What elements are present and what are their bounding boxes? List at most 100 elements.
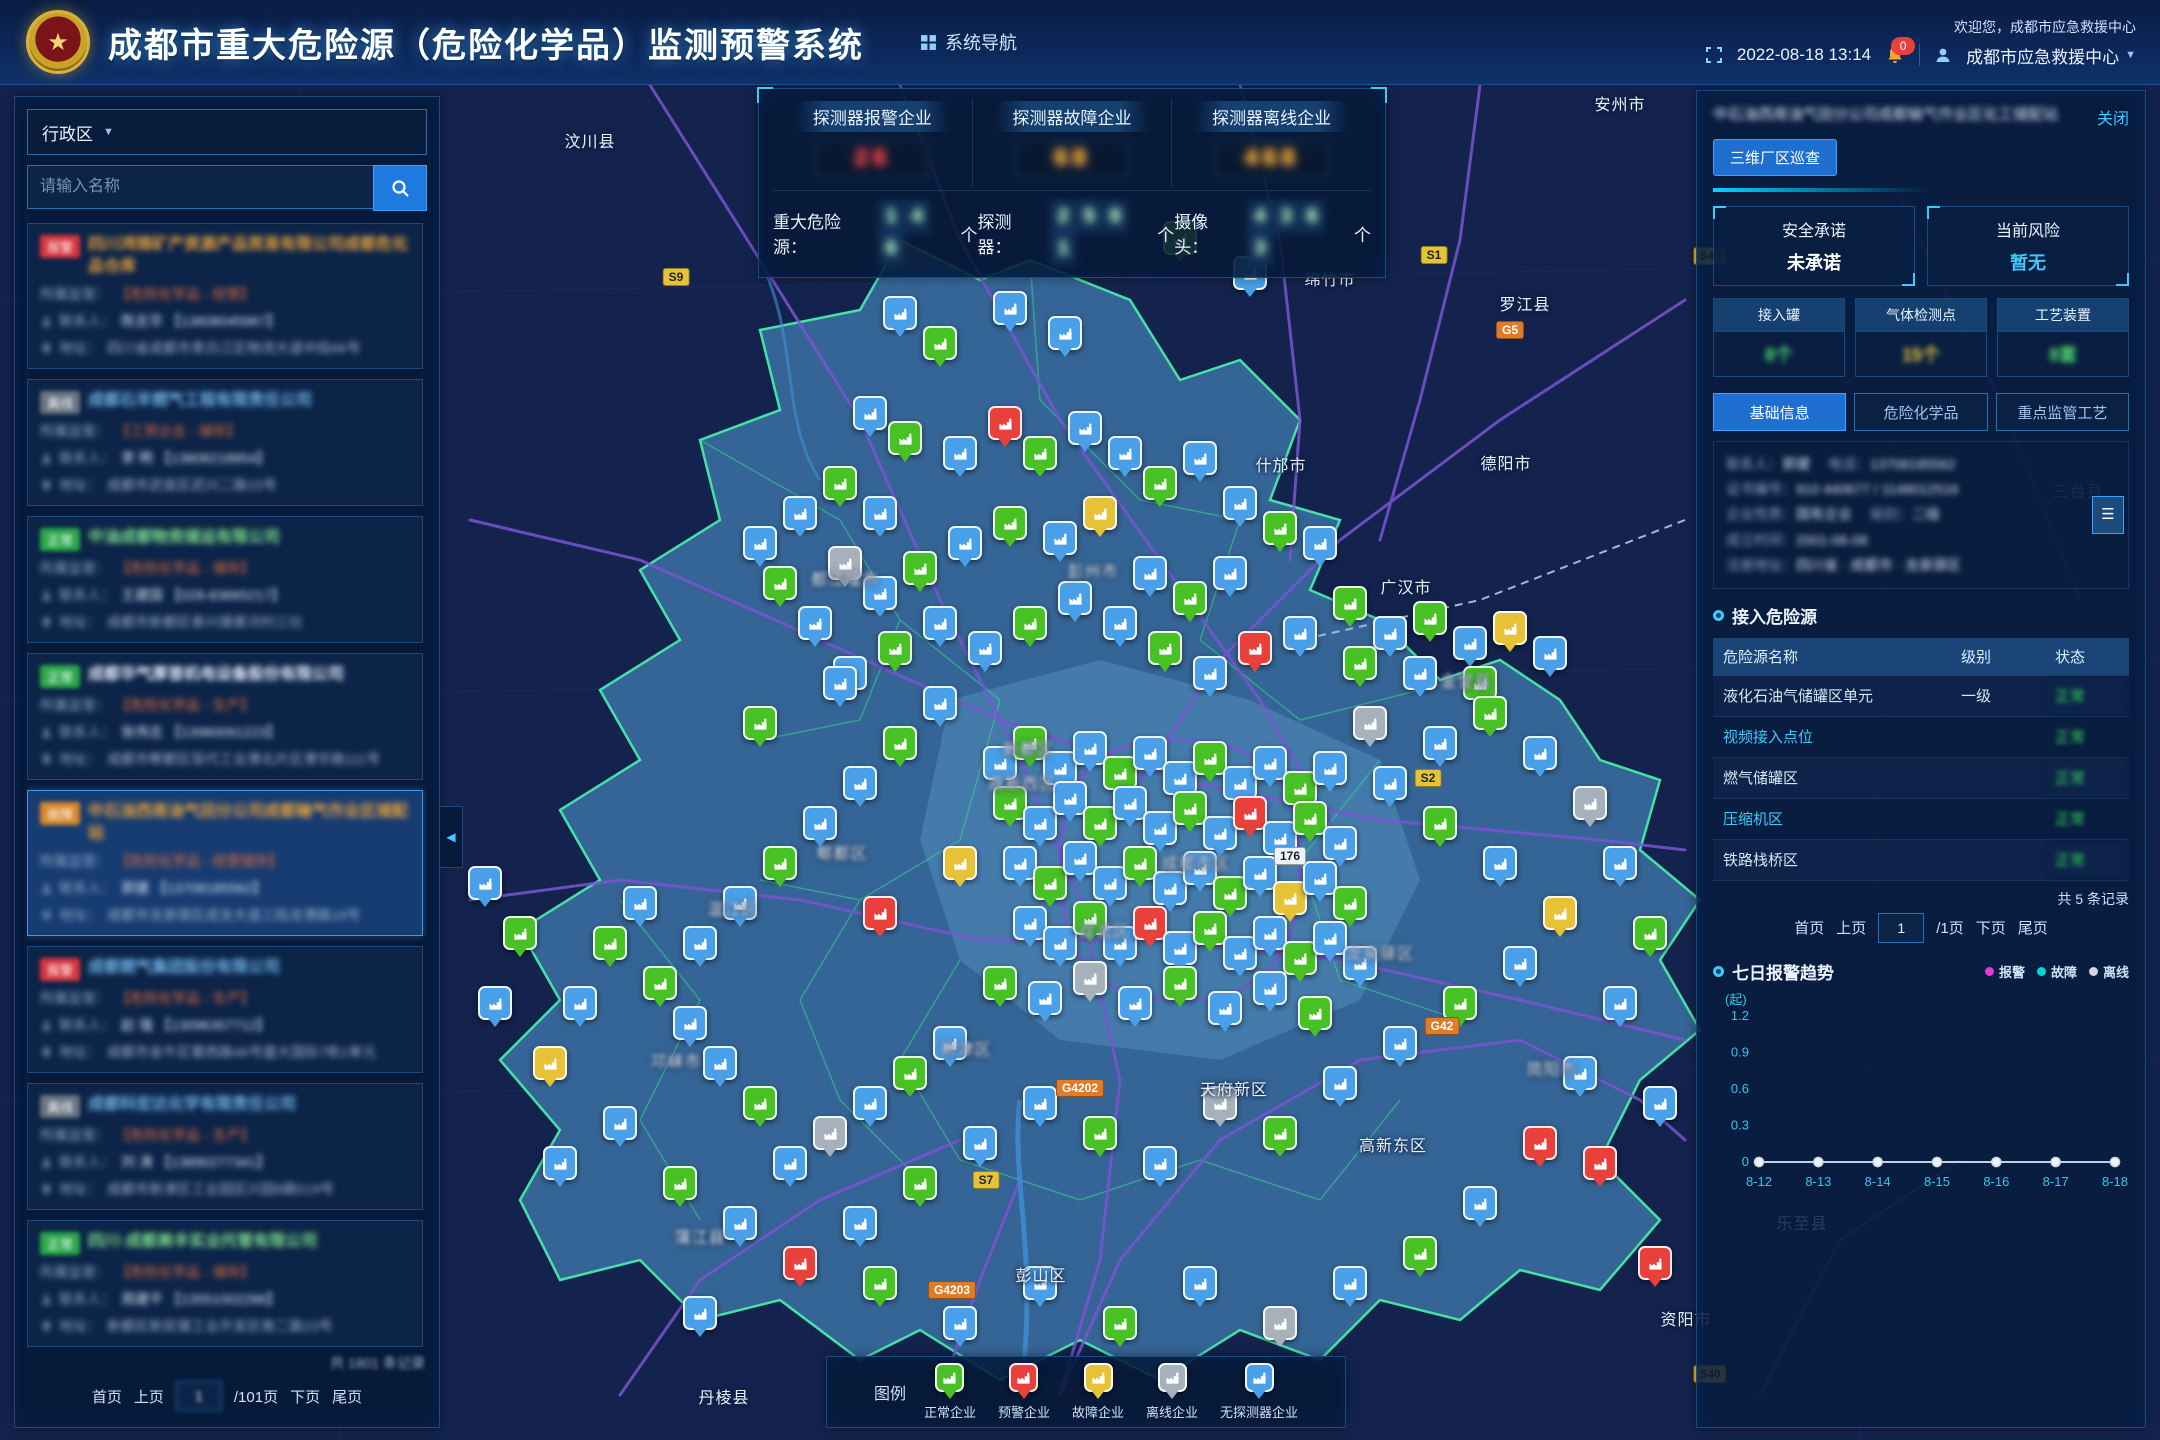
map-marker-b[interactable] xyxy=(1303,861,1337,895)
map-marker-b[interactable] xyxy=(1223,936,1257,970)
map-marker-n[interactable] xyxy=(1083,806,1117,840)
company-card[interactable]: 报警四川鸿锦矿产资源产品贸易有限公司成都危化品仓库所属监管：【危险化学品 - 经… xyxy=(27,223,423,369)
page-last-button[interactable]: 尾页 xyxy=(332,1386,362,1407)
map-marker-b[interactable] xyxy=(1403,656,1437,690)
map-marker-b[interactable] xyxy=(1563,1056,1597,1090)
map-marker-n[interactable] xyxy=(1443,986,1477,1020)
map-marker-b[interactable] xyxy=(883,296,917,330)
map-marker-b[interactable] xyxy=(1603,986,1637,1020)
tab-基础信息[interactable]: 基础信息 xyxy=(1713,393,1846,431)
map-marker-b[interactable] xyxy=(1313,751,1347,785)
page-first-button[interactable]: 首页 xyxy=(1794,917,1824,938)
map-marker-n[interactable] xyxy=(1103,756,1137,790)
map-marker-n[interactable] xyxy=(1263,511,1297,545)
map-marker-b[interactable] xyxy=(1003,846,1037,880)
map-marker-w[interactable] xyxy=(1523,1126,1557,1160)
map-marker-n[interactable] xyxy=(888,421,922,455)
org-switcher[interactable]: 成都市应急救援中心 ▼ xyxy=(1966,43,2136,68)
map-marker-b[interactable] xyxy=(1043,751,1077,785)
map-marker-b[interactable] xyxy=(948,526,982,560)
table-row[interactable]: 液化石油气储罐区单元一级正常 xyxy=(1713,676,2129,717)
map-marker-b[interactable] xyxy=(1503,946,1537,980)
map-marker-b[interactable] xyxy=(1108,436,1142,470)
page-next-button[interactable]: 下页 xyxy=(1976,917,2006,938)
map-marker-b[interactable] xyxy=(1343,946,1377,980)
map-marker-n[interactable] xyxy=(1033,866,1067,900)
map-marker-n[interactable] xyxy=(1193,911,1227,945)
map-marker-w[interactable] xyxy=(1133,906,1167,940)
map-marker-b[interactable] xyxy=(1223,486,1257,520)
company-card[interactable]: 正常中油成都物资储运有限公司所属监管：【危险化学品 - 储存】联系人：王建国 【… xyxy=(27,516,423,643)
map-marker-w[interactable] xyxy=(988,406,1022,440)
table-row[interactable]: 燃气储罐区正常 xyxy=(1713,757,2129,798)
company-card[interactable]: 离线成都石羊燃气工程有限责任公司所属监管：【工贸企业 - 储存】联系人：李 明 … xyxy=(27,379,423,506)
map-marker-b[interactable] xyxy=(823,666,857,700)
map-marker-b[interactable] xyxy=(1523,736,1557,770)
map-marker-n[interactable] xyxy=(1413,601,1447,635)
map-marker-b[interactable] xyxy=(843,1206,877,1240)
map-marker-b[interactable] xyxy=(1423,726,1457,760)
map-marker-n[interactable] xyxy=(993,506,1027,540)
close-button[interactable]: 关闭 xyxy=(2097,105,2129,129)
system-nav-button[interactable]: 系统导航 xyxy=(920,29,1017,55)
map-marker-b[interactable] xyxy=(1058,581,1092,615)
map-marker-n[interactable] xyxy=(1333,886,1367,920)
map-marker-w[interactable] xyxy=(783,1246,817,1280)
map-marker-b[interactable] xyxy=(983,746,1017,780)
map-marker-b[interactable] xyxy=(1143,1146,1177,1180)
map-marker-n[interactable] xyxy=(1473,696,1507,730)
map-marker-o[interactable] xyxy=(1203,1086,1237,1120)
district-select[interactable]: 行政区 ▼ xyxy=(27,109,427,155)
map-marker-b[interactable] xyxy=(1103,606,1137,640)
table-row[interactable]: 压缩机区正常 xyxy=(1713,798,2129,839)
map-marker-n[interactable] xyxy=(1148,631,1182,665)
map-marker-b[interactable] xyxy=(1133,736,1167,770)
map-marker-b[interactable] xyxy=(683,926,717,960)
map-marker-n[interactable] xyxy=(1013,606,1047,640)
map-marker-b[interactable] xyxy=(1093,866,1127,900)
map-marker-n[interactable] xyxy=(1213,876,1247,910)
fullscreen-icon[interactable] xyxy=(1705,46,1723,64)
company-card[interactable]: 正常四川·成都美丰实业托管有限公司所属监管：【危险化学品 - 储存】联系人：周建… xyxy=(27,1220,423,1347)
map-marker-b[interactable] xyxy=(563,986,597,1020)
map-marker-n[interactable] xyxy=(923,326,957,360)
3d-patrol-button[interactable]: 三维厂区巡查 xyxy=(1713,139,1837,176)
map-marker-b[interactable] xyxy=(1023,1266,1057,1300)
map-marker-b[interactable] xyxy=(603,1106,637,1140)
map-marker-b[interactable] xyxy=(863,496,897,530)
map-marker-b[interactable] xyxy=(1283,616,1317,650)
map-marker-o[interactable] xyxy=(1073,961,1107,995)
page-first-button[interactable]: 首页 xyxy=(92,1386,122,1407)
page-number-input[interactable] xyxy=(176,1381,222,1411)
map-marker-n[interactable] xyxy=(1283,941,1317,975)
map-marker-b[interactable] xyxy=(1643,1086,1677,1120)
map-marker-b[interactable] xyxy=(923,686,957,720)
map-marker-b[interactable] xyxy=(1208,991,1242,1025)
map-marker-n[interactable] xyxy=(893,1056,927,1090)
map-marker-n[interactable] xyxy=(993,786,1027,820)
map-marker-b[interactable] xyxy=(468,866,502,900)
map-marker-n[interactable] xyxy=(743,1086,777,1120)
map-marker-b[interactable] xyxy=(1113,786,1147,820)
map-marker-n[interactable] xyxy=(1143,466,1177,500)
map-marker-n[interactable] xyxy=(503,916,537,950)
map-marker-o[interactable] xyxy=(1353,706,1387,740)
map-marker-b[interactable] xyxy=(1533,636,1567,670)
map-marker-b[interactable] xyxy=(673,1006,707,1040)
map-marker-n[interactable] xyxy=(1298,996,1332,1030)
info-expand-toggle[interactable]: ☰ xyxy=(2092,496,2124,534)
map-marker-n[interactable] xyxy=(1263,1116,1297,1150)
map-marker-b[interactable] xyxy=(1048,316,1082,350)
map-marker-b[interactable] xyxy=(1383,1026,1417,1060)
map-marker-n[interactable] xyxy=(1173,791,1207,825)
map-marker-b[interactable] xyxy=(1183,851,1217,885)
map-marker-b[interactable] xyxy=(1073,731,1107,765)
company-card-list[interactable]: 报警四川鸿锦矿产资源产品贸易有限公司成都危化品仓库所属监管：【危险化学品 - 经… xyxy=(27,223,427,1347)
map-marker-n[interactable] xyxy=(1193,741,1227,775)
map-marker-b[interactable] xyxy=(853,396,887,430)
map-marker-b[interactable] xyxy=(1028,981,1062,1015)
search-input[interactable] xyxy=(27,165,373,209)
map-marker-b[interactable] xyxy=(1483,846,1517,880)
map-marker-b[interactable] xyxy=(1323,826,1357,860)
map-marker-n[interactable] xyxy=(1423,806,1457,840)
